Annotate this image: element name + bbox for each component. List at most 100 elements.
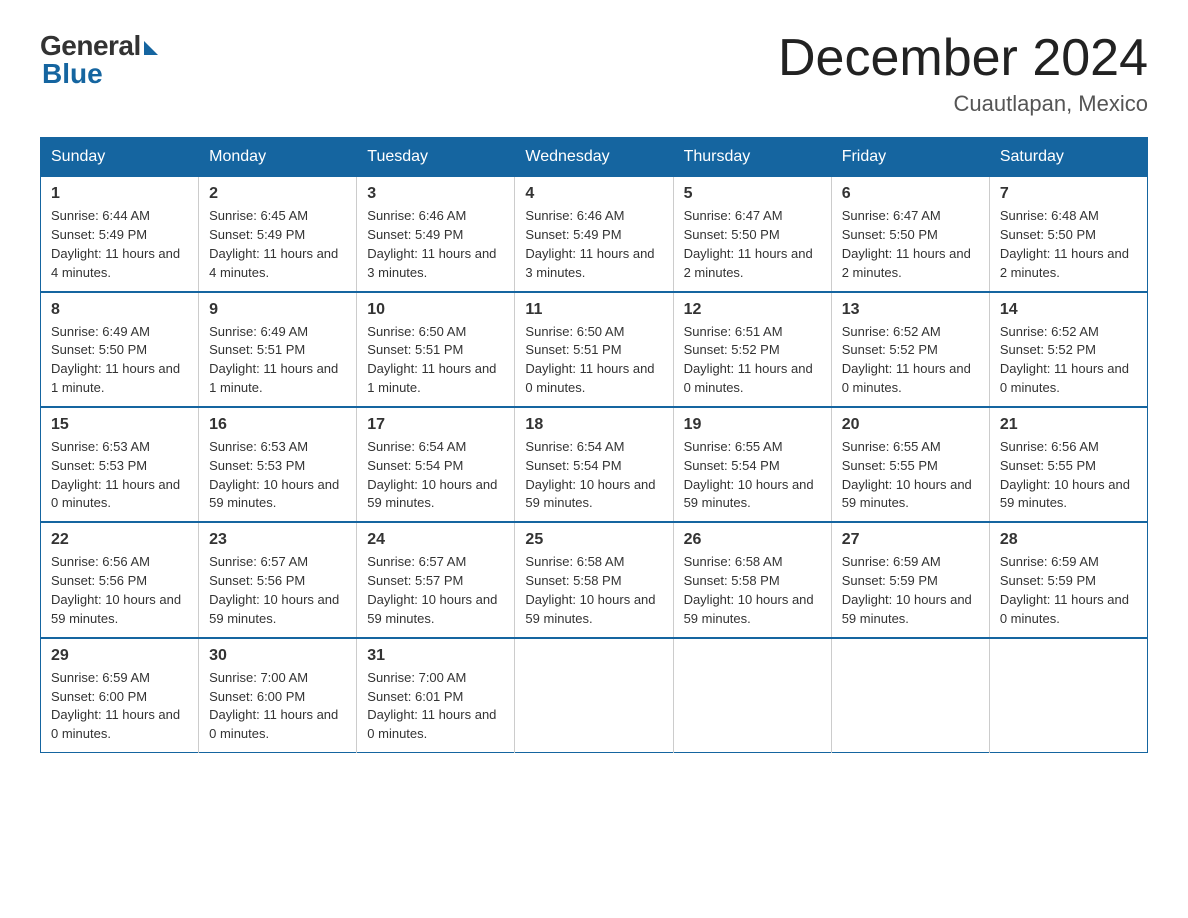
calendar-week-row: 29Sunrise: 6:59 AMSunset: 6:00 PMDayligh… <box>41 638 1148 753</box>
location-text: Cuautlapan, Mexico <box>778 91 1148 117</box>
day-header-thursday: Thursday <box>673 138 831 177</box>
day-number: 20 <box>842 416 979 434</box>
calendar-day-cell: 12 Sunrise: 6:51 AMSunset: 5:52 PMDayligh… <box>673 292 831 407</box>
day-info: Sunrise: 6:47 AMSunset: 5:50 PMDaylight:… <box>684 208 813 280</box>
calendar-week-row: 15Sunrise: 6:53 AMSunset: 5:53 PMDayligh… <box>41 407 1148 522</box>
day-number: 17 <box>367 416 504 434</box>
calendar-day-cell: 29Sunrise: 6:59 AMSunset: 6:00 PMDayligh… <box>41 638 199 753</box>
calendar-day-cell: 25 Sunrise: 6:58 AMSunset: 5:58 PMDayligh… <box>515 522 673 637</box>
day-info: Sunrise: 6:58 AMSunset: 5:58 PMDaylight:… <box>684 554 814 626</box>
day-number: 24 <box>367 531 504 549</box>
day-info: Sunrise: 6:52 AMSunset: 5:52 PMDaylight:… <box>1000 324 1129 396</box>
day-number: 30 <box>209 647 346 665</box>
day-info: Sunrise: 6:55 AMSunset: 5:54 PMDaylight:… <box>684 439 814 511</box>
day-number: 26 <box>684 531 821 549</box>
day-header-tuesday: Tuesday <box>357 138 515 177</box>
day-number: 16 <box>209 416 346 434</box>
day-info: Sunrise: 6:44 AMSunset: 5:49 PMDaylight:… <box>51 208 180 280</box>
calendar-day-cell: 10 Sunrise: 6:50 AMSunset: 5:51 PMDayligh… <box>357 292 515 407</box>
calendar-day-cell: 21 Sunrise: 6:56 AMSunset: 5:55 PMDayligh… <box>989 407 1147 522</box>
day-number: 21 <box>1000 416 1137 434</box>
calendar-day-cell: 16 Sunrise: 6:53 AMSunset: 5:53 PMDayligh… <box>199 407 357 522</box>
calendar-day-cell: 23Sunrise: 6:57 AMSunset: 5:56 PMDayligh… <box>199 522 357 637</box>
day-info: Sunrise: 7:00 AMSunset: 6:00 PMDaylight:… <box>209 670 338 742</box>
day-info: Sunrise: 6:49 AMSunset: 5:51 PMDaylight:… <box>209 324 338 396</box>
day-number: 27 <box>842 531 979 549</box>
day-number: 22 <box>51 531 188 549</box>
calendar-day-cell <box>989 638 1147 753</box>
day-info: Sunrise: 6:47 AMSunset: 5:50 PMDaylight:… <box>842 208 971 280</box>
calendar-day-cell: 19Sunrise: 6:55 AMSunset: 5:54 PMDayligh… <box>673 407 831 522</box>
day-number: 10 <box>367 301 504 319</box>
day-info: Sunrise: 6:51 AMSunset: 5:52 PMDaylight:… <box>684 324 813 396</box>
day-info: Sunrise: 7:00 AMSunset: 6:01 PMDaylight:… <box>367 670 496 742</box>
day-number: 18 <box>525 416 662 434</box>
day-info: Sunrise: 6:54 AMSunset: 5:54 PMDaylight:… <box>367 439 497 511</box>
calendar-week-row: 8 Sunrise: 6:49 AMSunset: 5:50 PMDaylight… <box>41 292 1148 407</box>
day-number: 25 <box>525 531 662 549</box>
day-header-monday: Monday <box>199 138 357 177</box>
day-info: Sunrise: 6:53 AMSunset: 5:53 PMDaylight:… <box>209 439 339 511</box>
day-number: 1 <box>51 185 188 203</box>
calendar-day-cell: 18 Sunrise: 6:54 AMSunset: 5:54 PMDayligh… <box>515 407 673 522</box>
day-number: 5 <box>684 185 821 203</box>
day-info: Sunrise: 6:58 AMSunset: 5:58 PMDaylight:… <box>525 554 655 626</box>
day-info: Sunrise: 6:59 AMSunset: 5:59 PMDaylight:… <box>842 554 972 626</box>
logo-arrow-icon <box>144 41 158 55</box>
calendar-day-cell: 13 Sunrise: 6:52 AMSunset: 5:52 PMDayligh… <box>831 292 989 407</box>
day-number: 31 <box>367 647 504 665</box>
day-number: 13 <box>842 301 979 319</box>
calendar-day-cell: 11 Sunrise: 6:50 AMSunset: 5:51 PMDayligh… <box>515 292 673 407</box>
title-block: December 2024 Cuautlapan, Mexico <box>778 30 1148 117</box>
calendar-day-cell: 6Sunrise: 6:47 AMSunset: 5:50 PMDaylight… <box>831 177 989 292</box>
day-number: 28 <box>1000 531 1137 549</box>
calendar-day-cell: 22Sunrise: 6:56 AMSunset: 5:56 PMDayligh… <box>41 522 199 637</box>
day-number: 12 <box>684 301 821 319</box>
calendar-day-cell <box>515 638 673 753</box>
calendar-day-cell: 7 Sunrise: 6:48 AMSunset: 5:50 PMDaylight… <box>989 177 1147 292</box>
calendar-day-cell: 26 Sunrise: 6:58 AMSunset: 5:58 PMDayligh… <box>673 522 831 637</box>
calendar-day-cell: 28Sunrise: 6:59 AMSunset: 5:59 PMDayligh… <box>989 522 1147 637</box>
day-info: Sunrise: 6:46 AMSunset: 5:49 PMDaylight:… <box>525 208 654 280</box>
day-info: Sunrise: 6:54 AMSunset: 5:54 PMDaylight:… <box>525 439 655 511</box>
day-info: Sunrise: 6:48 AMSunset: 5:50 PMDaylight:… <box>1000 208 1129 280</box>
calendar-day-cell <box>673 638 831 753</box>
calendar-day-cell: 3 Sunrise: 6:46 AMSunset: 5:49 PMDaylight… <box>357 177 515 292</box>
day-header-sunday: Sunday <box>41 138 199 177</box>
day-info: Sunrise: 6:49 AMSunset: 5:50 PMDaylight:… <box>51 324 180 396</box>
day-info: Sunrise: 6:50 AMSunset: 5:51 PMDaylight:… <box>525 324 654 396</box>
day-header-wednesday: Wednesday <box>515 138 673 177</box>
calendar-day-cell: 14 Sunrise: 6:52 AMSunset: 5:52 PMDayligh… <box>989 292 1147 407</box>
calendar-day-cell: 8 Sunrise: 6:49 AMSunset: 5:50 PMDaylight… <box>41 292 199 407</box>
day-number: 7 <box>1000 185 1137 203</box>
calendar-day-cell: 1 Sunrise: 6:44 AMSunset: 5:49 PMDaylight… <box>41 177 199 292</box>
calendar-day-cell <box>831 638 989 753</box>
page-header: General Blue December 2024 Cuautlapan, M… <box>40 30 1148 117</box>
calendar-day-cell: 2 Sunrise: 6:45 AMSunset: 5:49 PMDaylight… <box>199 177 357 292</box>
logo-blue-text: Blue <box>42 58 103 90</box>
day-number: 23 <box>209 531 346 549</box>
calendar-table: SundayMondayTuesdayWednesdayThursdayFrid… <box>40 137 1148 753</box>
calendar-header-row: SundayMondayTuesdayWednesdayThursdayFrid… <box>41 138 1148 177</box>
day-info: Sunrise: 6:50 AMSunset: 5:51 PMDaylight:… <box>367 324 496 396</box>
day-header-saturday: Saturday <box>989 138 1147 177</box>
day-number: 14 <box>1000 301 1137 319</box>
day-info: Sunrise: 6:56 AMSunset: 5:55 PMDaylight:… <box>1000 439 1130 511</box>
calendar-week-row: 22Sunrise: 6:56 AMSunset: 5:56 PMDayligh… <box>41 522 1148 637</box>
day-info: Sunrise: 6:45 AMSunset: 5:49 PMDaylight:… <box>209 208 338 280</box>
day-info: Sunrise: 6:57 AMSunset: 5:57 PMDaylight:… <box>367 554 497 626</box>
calendar-day-cell: 27 Sunrise: 6:59 AMSunset: 5:59 PMDayligh… <box>831 522 989 637</box>
day-info: Sunrise: 6:46 AMSunset: 5:49 PMDaylight:… <box>367 208 496 280</box>
day-info: Sunrise: 6:52 AMSunset: 5:52 PMDaylight:… <box>842 324 971 396</box>
calendar-day-cell: 17 Sunrise: 6:54 AMSunset: 5:54 PMDayligh… <box>357 407 515 522</box>
calendar-day-cell: 4Sunrise: 6:46 AMSunset: 5:49 PMDaylight… <box>515 177 673 292</box>
day-number: 11 <box>525 301 662 319</box>
calendar-week-row: 1 Sunrise: 6:44 AMSunset: 5:49 PMDaylight… <box>41 177 1148 292</box>
day-number: 9 <box>209 301 346 319</box>
day-number: 3 <box>367 185 504 203</box>
calendar-day-cell: 24 Sunrise: 6:57 AMSunset: 5:57 PMDayligh… <box>357 522 515 637</box>
calendar-day-cell: 20Sunrise: 6:55 AMSunset: 5:55 PMDayligh… <box>831 407 989 522</box>
day-number: 2 <box>209 185 346 203</box>
day-number: 8 <box>51 301 188 319</box>
calendar-day-cell: 30 Sunrise: 7:00 AMSunset: 6:00 PMDayligh… <box>199 638 357 753</box>
